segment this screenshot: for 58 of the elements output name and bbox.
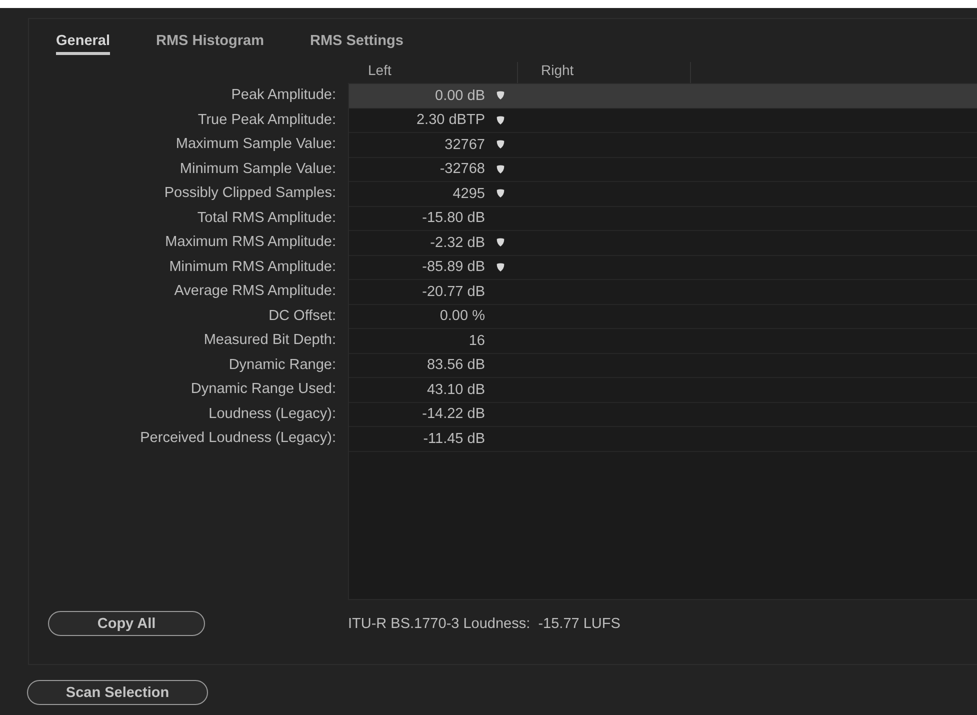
table-row[interactable]: 43.10 dB [349,378,977,402]
statistic-label: Peak Amplitude: [230,86,337,105]
scan-selection-button[interactable]: Scan Selection [27,680,208,705]
statistic-label: True Peak Amplitude: [196,110,337,130]
marker-icon[interactable] [496,262,505,272]
table-row[interactable]: 32767 [349,133,977,158]
table-cell-text: 2.30 dBTP [415,112,485,128]
statistic-label: Maximum Sample Value: [174,135,337,154]
marker-icon[interactable] [496,140,505,150]
statistic-label: Average RMS Amplitude: [173,282,337,301]
table-cell-text: 32767 [444,136,485,153]
table-cell-text: -11.45 dB [422,430,485,447]
marker-icon[interactable] [496,164,505,174]
marker-icon[interactable] [496,116,505,125]
table-cell-text: -14.22 dB [421,406,485,422]
statistic-label: Total RMS Amplitude: [196,208,337,228]
table-row[interactable]: -85.89 dB [349,256,977,280]
table-cell-text: -15.80 dB [421,210,485,226]
loudness-readout: ITU-R BS.1770-3 Loudness: -15.77 LUFS [348,616,620,632]
table-row[interactable]: 4295 [349,182,977,206]
table-row[interactable]: 16 [349,329,977,354]
table-cell-text: -20.77 dB [421,284,485,300]
table-cell-text: 4295 [452,186,485,202]
table-row[interactable]: -11.45 dB [349,427,977,452]
tab[interactable]: RMS Histogram [156,33,264,55]
table-row[interactable]: -14.22 dB [349,402,977,427]
statistic-label: Measured Bit Depth: [202,331,337,350]
table-cell-text: 0.00 % [438,308,485,324]
statistic-label: Perceived Loudness (Legacy): [139,429,337,448]
statistic-label: Dynamic Range: [228,356,337,374]
table-cell-text: 83.56 dB [426,357,485,374]
table-cell-text: -85.89 dB [421,259,485,276]
table-cell-text: 43.10 dB [426,382,485,398]
statistic-label: Loudness (Legacy): [208,404,337,424]
marker-icon[interactable] [496,189,505,198]
table-row[interactable]: -20.77 dB [349,280,977,304]
statistic-label: Minimum RMS Amplitude: [168,258,337,276]
statistic-label: Possibly Clipped Samples: [163,184,337,203]
table-row[interactable]: 0.00 % [349,304,977,329]
table-cell-text: -2.32 dB [429,234,485,251]
table-cell-text: 0.00 dB [434,88,485,104]
statistic-label: Maximum RMS Amplitude: [164,233,337,252]
tab[interactable]: General [56,33,110,55]
table-row[interactable]: -32768 [349,158,977,182]
marker-icon[interactable] [496,238,505,248]
copy-all-button[interactable]: Copy All [48,611,205,636]
tab[interactable]: RMS Settings [310,33,404,55]
statistic-label: Minimum Sample Value: [178,160,337,178]
table-row[interactable]: -2.32 dB [349,231,977,256]
table-row[interactable]: 83.56 dB [349,354,977,378]
marker-icon[interactable] [496,91,505,100]
statistic-label: DC Offset: [268,306,337,326]
table-cell-text: 16 [468,332,485,349]
table-row[interactable]: -15.80 dB [349,206,977,231]
table-row[interactable]: 2.30 dBTP [349,108,977,133]
statistic-label: Dynamic Range Used: [190,380,337,399]
table-row[interactable]: 0.00 dB [349,84,977,108]
table-cell-text: -32768 [438,161,485,178]
